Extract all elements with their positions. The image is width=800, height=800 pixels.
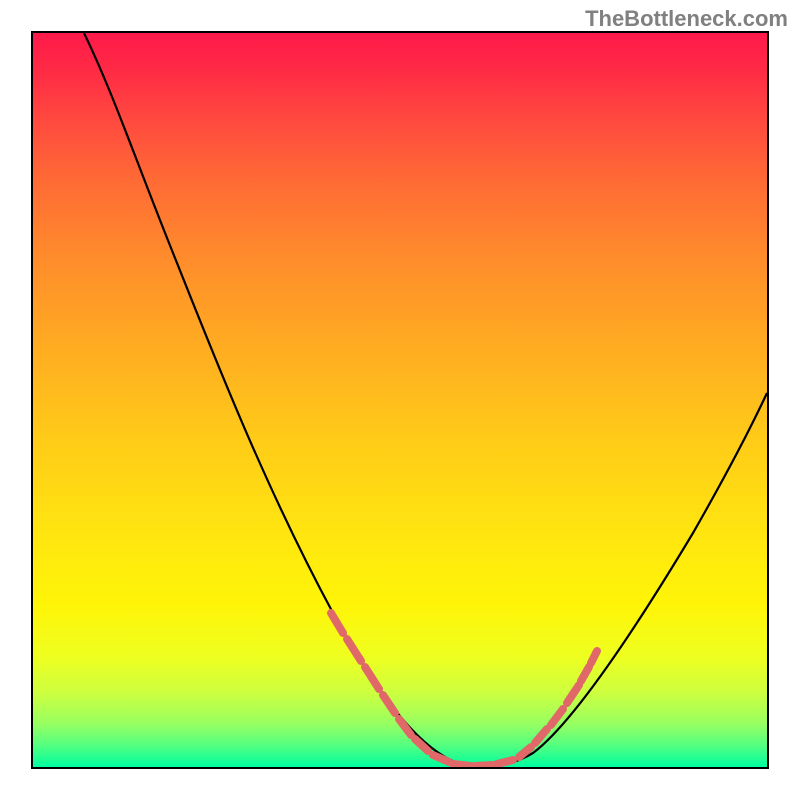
chart-container: TheBottleneck.com (0, 0, 800, 800)
bottleneck-curve-line (84, 33, 767, 766)
watermark-text: TheBottleneck.com (585, 6, 788, 32)
chart-frame (31, 31, 769, 769)
curve-svg (33, 33, 767, 767)
highlight-segments-bottom (433, 755, 513, 766)
highlight-segments-right (519, 651, 597, 757)
